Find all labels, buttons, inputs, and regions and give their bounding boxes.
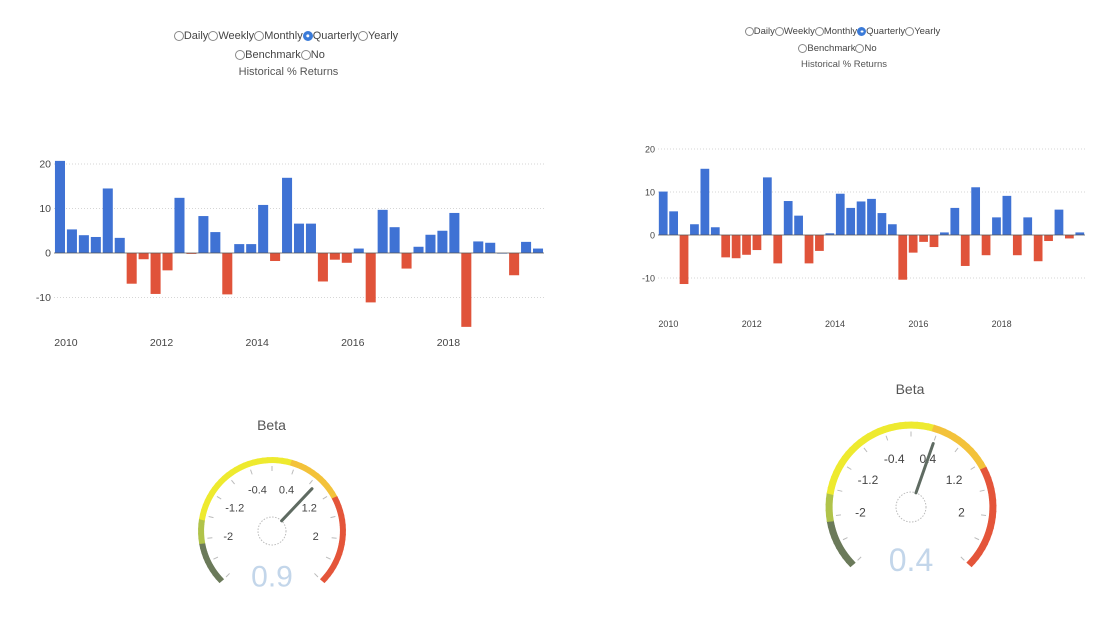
gauge-tick	[981, 514, 987, 516]
gauge-tick-label: -1.2	[225, 503, 244, 515]
gauge-tick	[207, 537, 213, 539]
gauge-tick	[933, 435, 937, 441]
gauge-tick-label: -0.4	[884, 452, 905, 466]
gauge-tick-label: 0.4	[279, 484, 294, 496]
gauge-tick	[846, 466, 852, 470]
gauge-value: 0.9	[251, 560, 293, 593]
gauge-tick-label: -2	[855, 506, 866, 520]
gauge-tick	[322, 495, 328, 500]
gauge-tick	[954, 447, 959, 453]
gauge-tick	[309, 479, 313, 485]
gauge-needle	[914, 442, 935, 495]
gauge-tick-label: -0.4	[248, 484, 267, 496]
right-dashboard-panel: Daily Weekly Monthly Quarterly Yearly Benchm…	[560, 0, 1115, 629]
gauge-tick	[250, 469, 253, 475]
gauge-tick	[291, 469, 294, 475]
gauge-tick-label: 1.2	[302, 503, 317, 515]
gauge-tick-label: 2	[313, 531, 319, 543]
gauge-value: 0.4	[889, 542, 933, 578]
gauge-tick	[330, 516, 336, 519]
gauge-tick-label: -2	[223, 531, 233, 543]
gauge-hub	[895, 491, 927, 523]
gauge-tick	[208, 516, 214, 519]
gauge-tick	[857, 556, 862, 561]
left-dashboard-panel: Daily Weekly Monthly Quarterly Yearly Benchm…	[0, 0, 560, 629]
gauge-tick	[225, 573, 230, 578]
gauge-tick	[979, 489, 985, 492]
beta-gauge: -2 -1.2 -0.4 0.4 1.2 2 0.9	[198, 457, 346, 593]
gauge-tick	[216, 495, 222, 500]
gauge-tick-label: -1.2	[858, 473, 879, 487]
gauge-arc-segment	[319, 575, 328, 584]
beta-gauge: -2-1.2-0.40.41.220.4	[825, 421, 997, 578]
gauge-tick	[970, 466, 976, 470]
gauge-tick	[314, 573, 319, 578]
gauge-tick	[863, 447, 868, 453]
gauge-tick	[885, 435, 889, 441]
gauge-tick	[835, 514, 841, 516]
gauge-tick-label: 1.2	[946, 473, 963, 487]
gauge-tick	[842, 537, 848, 541]
gauge-tick	[960, 556, 965, 561]
gauge-tick	[213, 556, 219, 560]
gauge-tick-label: 2	[958, 506, 965, 520]
gauge-tick	[837, 489, 843, 492]
gauge-tick	[231, 479, 235, 485]
gauge-tick	[974, 537, 980, 541]
gauge-tick	[331, 537, 337, 539]
gauge-arc-segment	[966, 558, 976, 568]
gauge-tick	[325, 556, 331, 560]
